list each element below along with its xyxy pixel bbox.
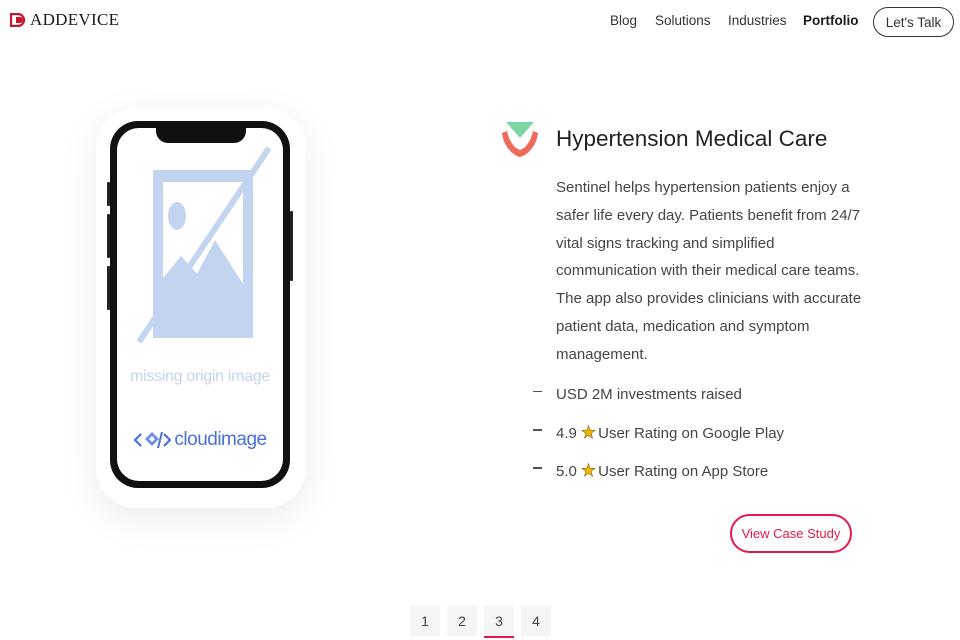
logo-text: ADDEVICE <box>30 10 120 29</box>
stat-prefix: 4.9 <box>556 424 577 442</box>
project-description: Sentinel helps hypertension patients enj… <box>556 179 862 363</box>
site-header: ADDEVICE Blog Solutions Industries Portf… <box>0 0 960 44</box>
star-icon: ★ <box>580 423 597 443</box>
page-button-4[interactable]: 4 <box>521 606 551 636</box>
stat-text: User Rating on App Store <box>598 462 769 480</box>
page-button-3[interactable]: 3 <box>484 606 514 638</box>
logo[interactable]: ADDEVICE <box>10 11 119 29</box>
phone-side-button <box>290 211 293 281</box>
stat-item: 5.0 ★ User Rating on App Store <box>533 461 768 481</box>
nav-item-solutions[interactable]: Solutions <box>655 13 711 28</box>
page-button-2[interactable]: 2 <box>447 606 477 636</box>
lets-talk-button[interactable]: Let's Talk <box>873 7 954 37</box>
nav-item-industries[interactable]: Industries <box>728 13 787 28</box>
dash-bullet <box>533 390 542 393</box>
cloudimage-text: cloudimage <box>174 429 267 450</box>
missing-image-text: missing origin image <box>130 368 270 385</box>
star-icon: ★ <box>580 461 597 481</box>
dash-bullet <box>533 429 542 431</box>
view-case-study-button[interactable]: View Case Study <box>730 514 852 553</box>
cloudimage-brand: cloudimage <box>117 428 283 452</box>
pagination: 1 2 3 4 <box>410 606 558 638</box>
heart-check-icon <box>502 122 538 157</box>
cloudimage-icon <box>133 431 172 449</box>
page-button-1[interactable]: 1 <box>410 606 440 636</box>
nav-item-portfolio[interactable]: Portfolio <box>803 13 859 28</box>
project-title: Hypertension Medical Care <box>556 126 828 151</box>
nav-item-blog[interactable]: Blog <box>610 13 637 28</box>
stat-text: User Rating on Google Play <box>598 424 785 442</box>
stat-prefix: 5.0 <box>556 462 577 480</box>
dash-bullet <box>533 467 542 469</box>
logo-mark-icon <box>10 13 26 27</box>
stat-text: USD 2M investments raised <box>556 386 742 403</box>
phone-notch <box>156 127 246 143</box>
stat-item: USD 2M investments raised <box>533 386 742 403</box>
stat-item: 4.9 ★ User Rating on Google Play <box>533 423 784 443</box>
